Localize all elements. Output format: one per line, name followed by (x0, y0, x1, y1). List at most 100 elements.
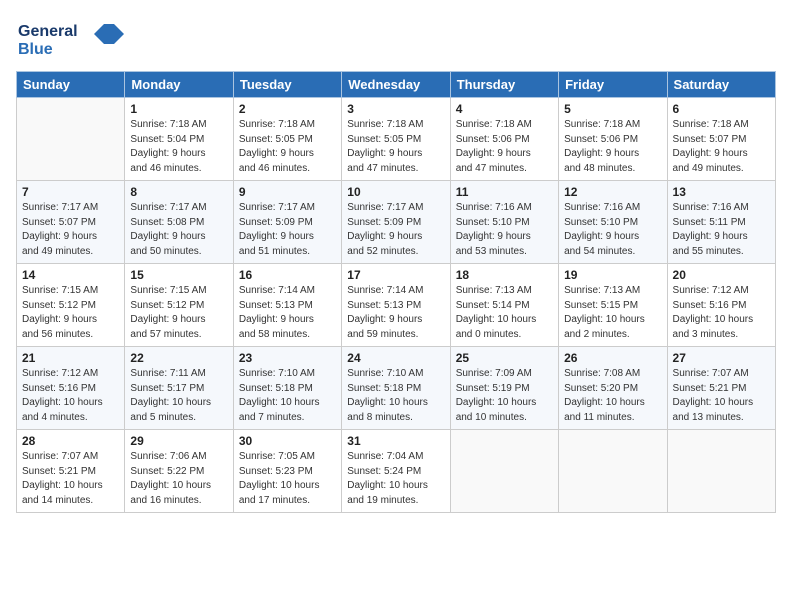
calendar-week-row: 28 Sunrise: 7:07 AMSunset: 5:21 PMDayligh… (17, 430, 776, 513)
day-info: Sunrise: 7:17 AMSunset: 5:07 PMDaylight:… (22, 201, 119, 259)
calendar-cell: 23 Sunrise: 7:10 AMSunset: 5:18 PMDayligh… (233, 347, 341, 430)
calendar-container: General Blue SundayMondayTuesdayWednesda… (0, 0, 792, 523)
calendar-cell: 28 Sunrise: 7:07 AMSunset: 5:21 PMDayligh… (17, 430, 125, 513)
day-info: Sunrise: 7:13 AMSunset: 5:15 PMDaylight:… (564, 284, 661, 342)
day-number: 22 (130, 351, 227, 365)
calendar-cell: 7 Sunrise: 7:17 AMSunset: 5:07 PMDaylight… (17, 181, 125, 264)
day-number: 10 (347, 185, 444, 199)
calendar-cell: 14 Sunrise: 7:15 AMSunset: 5:12 PMDayligh… (17, 264, 125, 347)
calendar-cell: 29 Sunrise: 7:06 AMSunset: 5:22 PMDayligh… (125, 430, 233, 513)
calendar-cell: 27Sunrise: 7:07 AMSunset: 5:21 PMDayligh… (667, 347, 775, 430)
day-info: Sunrise: 7:18 AMSunset: 5:05 PMDaylight:… (239, 118, 336, 176)
calendar-cell: 8 Sunrise: 7:17 AMSunset: 5:08 PMDaylight… (125, 181, 233, 264)
day-info: Sunrise: 7:18 AMSunset: 5:07 PMDaylight:… (673, 118, 770, 176)
day-number: 19 (564, 268, 661, 282)
day-number: 12 (564, 185, 661, 199)
day-number: 26 (564, 351, 661, 365)
day-number: 18 (456, 268, 553, 282)
day-number: 7 (22, 185, 119, 199)
day-info: Sunrise: 7:07 AMSunset: 5:21 PMDaylight:… (22, 450, 119, 508)
calendar-week-row: 21 Sunrise: 7:12 AMSunset: 5:16 PMDayligh… (17, 347, 776, 430)
calendar-cell: 2 Sunrise: 7:18 AMSunset: 5:05 PMDaylight… (233, 98, 341, 181)
calendar-cell: 5 Sunrise: 7:18 AMSunset: 5:06 PMDaylight… (559, 98, 667, 181)
logo: General Blue (16, 16, 126, 65)
day-number: 16 (239, 268, 336, 282)
day-number: 11 (456, 185, 553, 199)
calendar-cell: 17 Sunrise: 7:14 AMSunset: 5:13 PMDayligh… (342, 264, 450, 347)
day-number: 1 (130, 102, 227, 116)
calendar-table: SundayMondayTuesdayWednesdayThursdayFrid… (16, 71, 776, 513)
day-info: Sunrise: 7:07 AMSunset: 5:21 PMDaylight:… (673, 367, 770, 425)
day-number: 5 (564, 102, 661, 116)
day-info: Sunrise: 7:17 AMSunset: 5:09 PMDaylight:… (347, 201, 444, 259)
logo-svg: General Blue (16, 16, 126, 60)
day-info: Sunrise: 7:18 AMSunset: 5:06 PMDaylight:… (564, 118, 661, 176)
calendar-cell: 30Sunrise: 7:05 AMSunset: 5:23 PMDayligh… (233, 430, 341, 513)
day-info: Sunrise: 7:12 AMSunset: 5:16 PMDaylight:… (673, 284, 770, 342)
calendar-cell: 22 Sunrise: 7:11 AMSunset: 5:17 PMDayligh… (125, 347, 233, 430)
calendar-cell (667, 430, 775, 513)
day-info: Sunrise: 7:18 AMSunset: 5:04 PMDaylight:… (130, 118, 227, 176)
day-info: Sunrise: 7:14 AMSunset: 5:13 PMDaylight:… (347, 284, 444, 342)
calendar-cell: 13Sunrise: 7:16 AMSunset: 5:11 PMDayligh… (667, 181, 775, 264)
calendar-cell: 26Sunrise: 7:08 AMSunset: 5:20 PMDayligh… (559, 347, 667, 430)
day-number: 31 (347, 434, 444, 448)
calendar-cell: 6 Sunrise: 7:18 AMSunset: 5:07 PMDaylight… (667, 98, 775, 181)
day-number: 6 (673, 102, 770, 116)
day-info: Sunrise: 7:15 AMSunset: 5:12 PMDaylight:… (130, 284, 227, 342)
day-info: Sunrise: 7:16 AMSunset: 5:10 PMDaylight:… (564, 201, 661, 259)
calendar-cell: 18 Sunrise: 7:13 AMSunset: 5:14 PMDayligh… (450, 264, 558, 347)
day-info: Sunrise: 7:12 AMSunset: 5:16 PMDaylight:… (22, 367, 119, 425)
calendar-cell (17, 98, 125, 181)
day-info: Sunrise: 7:16 AMSunset: 5:11 PMDaylight:… (673, 201, 770, 259)
header-day-friday: Friday (559, 72, 667, 98)
day-info: Sunrise: 7:15 AMSunset: 5:12 PMDaylight:… (22, 284, 119, 342)
calendar-cell: 9 Sunrise: 7:17 AMSunset: 5:09 PMDaylight… (233, 181, 341, 264)
day-number: 14 (22, 268, 119, 282)
header-day-saturday: Saturday (667, 72, 775, 98)
day-number: 2 (239, 102, 336, 116)
calendar-cell: 19 Sunrise: 7:13 AMSunset: 5:15 PMDayligh… (559, 264, 667, 347)
calendar-cell: 24 Sunrise: 7:10 AMSunset: 5:18 PMDayligh… (342, 347, 450, 430)
calendar-header-row: SundayMondayTuesdayWednesdayThursdayFrid… (17, 72, 776, 98)
day-info: Sunrise: 7:16 AMSunset: 5:10 PMDaylight:… (456, 201, 553, 259)
calendar-cell (450, 430, 558, 513)
day-info: Sunrise: 7:06 AMSunset: 5:22 PMDaylight:… (130, 450, 227, 508)
calendar-cell: 20 Sunrise: 7:12 AMSunset: 5:16 PMDayligh… (667, 264, 775, 347)
day-info: Sunrise: 7:11 AMSunset: 5:17 PMDaylight:… (130, 367, 227, 425)
day-info: Sunrise: 7:09 AMSunset: 5:19 PMDaylight:… (456, 367, 553, 425)
day-number: 17 (347, 268, 444, 282)
calendar-cell: 16 Sunrise: 7:14 AMSunset: 5:13 PMDayligh… (233, 264, 341, 347)
day-info: Sunrise: 7:17 AMSunset: 5:08 PMDaylight:… (130, 201, 227, 259)
calendar-cell (559, 430, 667, 513)
calendar-cell: 1 Sunrise: 7:18 AMSunset: 5:04 PMDaylight… (125, 98, 233, 181)
calendar-cell: 15Sunrise: 7:15 AMSunset: 5:12 PMDayligh… (125, 264, 233, 347)
day-info: Sunrise: 7:14 AMSunset: 5:13 PMDaylight:… (239, 284, 336, 342)
logo-text: General Blue (16, 16, 126, 65)
header-day-tuesday: Tuesday (233, 72, 341, 98)
day-number: 23 (239, 351, 336, 365)
calendar-week-row: 1 Sunrise: 7:18 AMSunset: 5:04 PMDaylight… (17, 98, 776, 181)
day-number: 30 (239, 434, 336, 448)
day-number: 9 (239, 185, 336, 199)
day-number: 3 (347, 102, 444, 116)
calendar-cell: 21 Sunrise: 7:12 AMSunset: 5:16 PMDayligh… (17, 347, 125, 430)
day-number: 20 (673, 268, 770, 282)
header-day-sunday: Sunday (17, 72, 125, 98)
day-info: Sunrise: 7:10 AMSunset: 5:18 PMDaylight:… (347, 367, 444, 425)
header-row: General Blue (16, 16, 776, 65)
svg-text:Blue: Blue (18, 41, 53, 58)
header-day-monday: Monday (125, 72, 233, 98)
day-number: 29 (130, 434, 227, 448)
day-number: 8 (130, 185, 227, 199)
calendar-cell: 11 Sunrise: 7:16 AMSunset: 5:10 PMDayligh… (450, 181, 558, 264)
day-number: 24 (347, 351, 444, 365)
day-number: 21 (22, 351, 119, 365)
day-info: Sunrise: 7:10 AMSunset: 5:18 PMDaylight:… (239, 367, 336, 425)
day-info: Sunrise: 7:18 AMSunset: 5:06 PMDaylight:… (456, 118, 553, 176)
svg-text:General: General (18, 23, 78, 40)
day-info: Sunrise: 7:13 AMSunset: 5:14 PMDaylight:… (456, 284, 553, 342)
day-number: 28 (22, 434, 119, 448)
day-info: Sunrise: 7:17 AMSunset: 5:09 PMDaylight:… (239, 201, 336, 259)
calendar-cell: 10 Sunrise: 7:17 AMSunset: 5:09 PMDayligh… (342, 181, 450, 264)
